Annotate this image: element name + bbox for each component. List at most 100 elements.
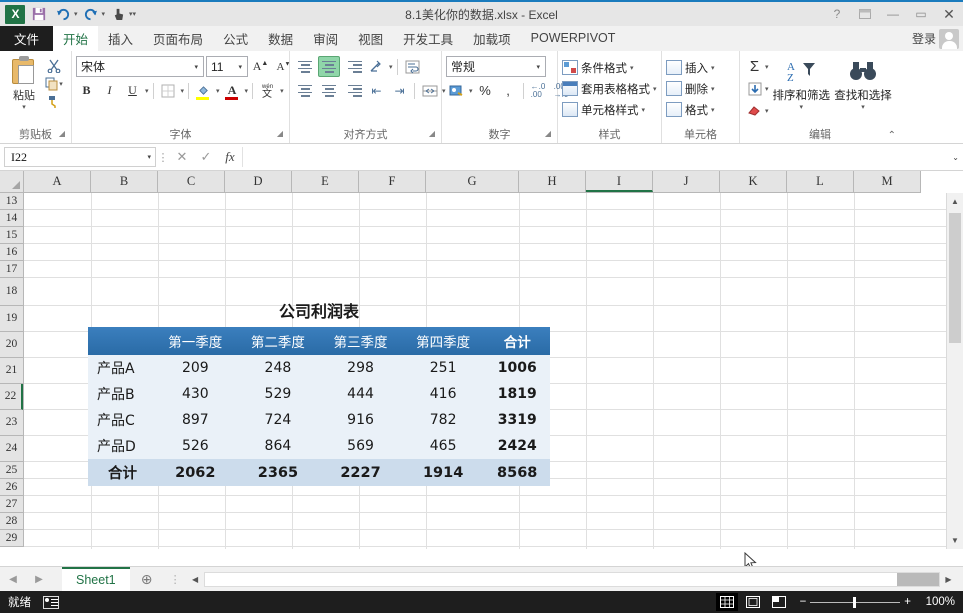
decrease-indent-icon[interactable]: ⇤ <box>366 80 387 101</box>
cell-styles-button[interactable]: 单元格样式 ▾ <box>562 99 645 120</box>
prev-sheet-icon[interactable]: ◀ <box>0 574 26 585</box>
align-bottom-icon[interactable] <box>342 56 364 77</box>
touch-mode-icon[interactable] <box>107 4 129 24</box>
wrap-text-icon[interactable] <box>402 56 423 77</box>
enter-formula-icon[interactable]: ✓ <box>194 149 218 165</box>
next-sheet-icon[interactable]: ▶ <box>26 574 52 585</box>
row-header-14[interactable]: 14 <box>0 210 23 227</box>
number-format-dropdown-icon[interactable]: ▾ <box>533 63 543 71</box>
column-header-a[interactable]: A <box>24 171 91 192</box>
customize-qat-icon[interactable]: ▾ <box>133 10 137 18</box>
format-cells-dropdown-icon[interactable]: ▾ <box>711 106 715 114</box>
undo-icon[interactable] <box>52 4 74 24</box>
page-break-view-icon[interactable] <box>768 593 790 611</box>
zoom-track[interactable] <box>810 602 900 603</box>
column-header-i[interactable]: I <box>586 171 653 192</box>
paste-button[interactable]: 粘贴 ▾ <box>4 56 44 111</box>
tab-addins[interactable]: 加载项 <box>463 26 521 51</box>
row-header-27[interactable]: 27 <box>0 496 23 513</box>
fill-color-dropdown-icon[interactable]: ▾ <box>216 87 220 95</box>
add-sheet-icon[interactable]: ⊕ <box>130 567 164 591</box>
record-macro-icon[interactable] <box>43 596 59 609</box>
delete-cells-button[interactable]: 删除 ▾ <box>666 78 715 99</box>
redo-icon[interactable] <box>80 4 102 24</box>
avatar[interactable] <box>939 29 959 49</box>
redo-dropdown-icon[interactable]: ▾ <box>102 10 106 18</box>
merge-cells-icon[interactable] <box>419 80 440 101</box>
format-as-table-button[interactable]: 套用表格格式 ▾ <box>562 78 657 99</box>
row-header-20[interactable]: 20 <box>0 332 23 358</box>
font-size-combo[interactable]: 11 ▾ <box>206 56 248 77</box>
hscroll-right-icon[interactable]: ▶ <box>940 575 957 584</box>
help-icon[interactable]: ? <box>823 2 851 26</box>
font-color-icon[interactable]: A <box>222 80 243 101</box>
column-header-d[interactable]: D <box>225 171 292 192</box>
clear-icon[interactable] <box>744 100 765 121</box>
select-all-corner[interactable] <box>0 171 24 193</box>
column-header-j[interactable]: J <box>653 171 720 192</box>
find-select-dropdown-icon[interactable]: ▾ <box>861 103 865 111</box>
vertical-scrollbar[interactable]: ▲ ▼ <box>946 193 963 549</box>
format-as-table-dropdown-icon[interactable]: ▾ <box>653 85 657 93</box>
cancel-formula-icon[interactable]: ✕ <box>170 149 194 165</box>
paste-dropdown-icon[interactable]: ▾ <box>22 103 26 111</box>
collapse-ribbon-icon[interactable]: ⌃ <box>888 130 896 141</box>
name-box[interactable]: I22 ▾ <box>4 147 156 167</box>
align-right-icon[interactable] <box>342 80 364 101</box>
expand-formula-bar-icon[interactable]: ⌄ <box>952 153 959 162</box>
zoom-handle[interactable] <box>853 597 856 608</box>
underline-icon[interactable]: U <box>122 80 143 101</box>
column-header-e[interactable]: E <box>292 171 359 192</box>
sort-filter-button[interactable]: AZ 排序和筛选 ▾ <box>773 56 831 111</box>
row-header-22[interactable]: 22 <box>0 384 23 410</box>
column-header-f[interactable]: F <box>359 171 426 192</box>
tab-powerpivot[interactable]: POWERPIVOT <box>521 26 626 51</box>
column-header-b[interactable]: B <box>91 171 158 192</box>
font-name-combo[interactable]: 宋体 ▾ <box>76 56 204 77</box>
cell-styles-dropdown-icon[interactable]: ▾ <box>642 106 646 114</box>
row-header-16[interactable]: 16 <box>0 244 23 261</box>
column-header-h[interactable]: H <box>519 171 586 192</box>
conditional-formatting-dropdown-icon[interactable]: ▾ <box>630 64 634 72</box>
row-header-29[interactable]: 29 <box>0 530 23 547</box>
minimize-icon[interactable]: — <box>879 2 907 26</box>
tab-view[interactable]: 视图 <box>348 26 393 51</box>
hscroll-left-icon[interactable]: ◀ <box>187 575 204 584</box>
tab-formulas[interactable]: 公式 <box>213 26 258 51</box>
bold-icon[interactable]: B <box>76 80 97 101</box>
normal-view-icon[interactable] <box>716 593 738 611</box>
font-dialog-launcher-icon[interactable]: ◢ <box>277 126 283 142</box>
row-header-13[interactable]: 13 <box>0 193 23 210</box>
font-color-dropdown-icon[interactable]: ▾ <box>245 87 249 95</box>
column-header-m[interactable]: M <box>854 171 921 192</box>
column-header-g[interactable]: G <box>426 171 519 192</box>
tab-home[interactable]: 开始 <box>53 26 98 51</box>
row-header-24[interactable]: 24 <box>0 436 23 462</box>
signin-area[interactable]: 登录 <box>912 26 963 51</box>
fill-color-icon[interactable] <box>193 80 214 101</box>
orientation-icon[interactable] <box>366 56 387 77</box>
row-header-25[interactable]: 25 <box>0 462 23 479</box>
row-header-28[interactable]: 28 <box>0 513 23 530</box>
row-header-21[interactable]: 21 <box>0 358 23 384</box>
copy-icon[interactable]: ▾ <box>44 76 64 92</box>
orientation-dropdown-icon[interactable]: ▾ <box>389 63 393 71</box>
cell-area[interactable]: 公司利润表 第一季度第二季度第三季度第四季度合计 产品A209248298251… <box>24 193 946 549</box>
autosum-dropdown-icon[interactable]: ▾ <box>765 63 769 71</box>
tab-data[interactable]: 数据 <box>258 26 303 51</box>
tab-insert[interactable]: 插入 <box>98 26 143 51</box>
insert-cells-dropdown-icon[interactable]: ▾ <box>711 64 715 72</box>
align-center-icon[interactable] <box>318 80 340 101</box>
increase-indent-icon[interactable]: ⇥ <box>389 80 410 101</box>
sheet-tab-menu-icon[interactable]: ⋮ <box>170 573 187 586</box>
phonetic-dropdown-icon[interactable]: ▾ <box>280 87 284 95</box>
cut-icon[interactable] <box>44 58 64 74</box>
row-header-26[interactable]: 26 <box>0 479 23 496</box>
row-header-17[interactable]: 17 <box>0 261 23 278</box>
insert-cells-button[interactable]: 插入 ▾ <box>666 57 715 78</box>
scroll-down-icon[interactable]: ▼ <box>947 532 963 549</box>
percent-format-icon[interactable]: % <box>475 80 496 101</box>
find-select-button[interactable]: 查找和选择 ▾ <box>830 56 896 111</box>
zoom-in-icon[interactable]: + <box>904 596 911 608</box>
clear-dropdown-icon[interactable]: ▾ <box>765 107 769 115</box>
